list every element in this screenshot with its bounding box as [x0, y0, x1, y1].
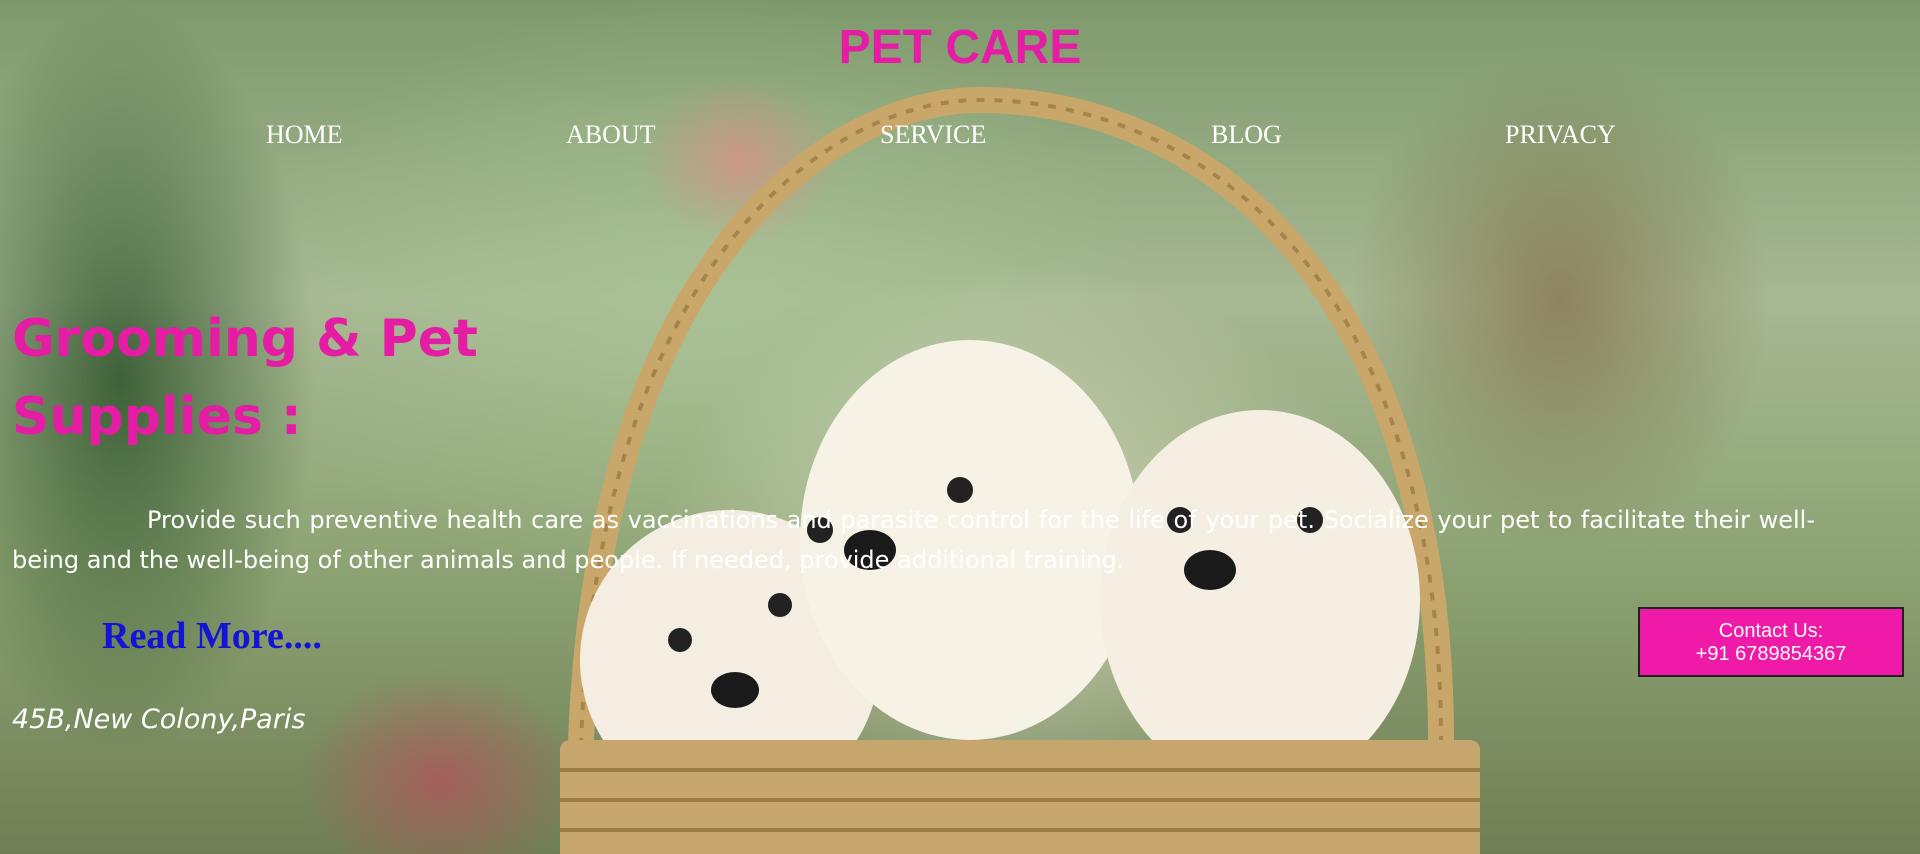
address-text: 45B,New Colony,Paris: [12, 704, 306, 735]
puppies-basket-illustration: [560, 86, 1480, 854]
nav-service[interactable]: SERVICE: [880, 120, 986, 150]
nav-about[interactable]: ABOUT: [566, 120, 656, 150]
nav-privacy[interactable]: PRIVACY: [1505, 120, 1616, 150]
main-nav: HOME ABOUT SERVICE BLOG PRIVACY: [0, 120, 1920, 160]
read-more-link[interactable]: Read More....: [102, 614, 322, 658]
contact-phone: +91 6789854367: [1695, 643, 1847, 665]
hero-heading-line1: Grooming & Pet: [12, 309, 478, 369]
hero-heading: Grooming & Pet Supplies :: [12, 300, 532, 456]
hero-heading-line2: Supplies :: [12, 387, 302, 447]
hero-paragraph: Provide such preventive health care as v…: [12, 506, 1815, 574]
contact-label: Contact Us:: [1718, 620, 1824, 642]
site-title: PET CARE: [838, 21, 1082, 74]
nav-blog[interactable]: BLOG: [1211, 120, 1282, 150]
contact-us-button[interactable]: Contact Us: +91 6789854367: [1638, 607, 1904, 677]
nav-home[interactable]: HOME: [266, 120, 343, 150]
